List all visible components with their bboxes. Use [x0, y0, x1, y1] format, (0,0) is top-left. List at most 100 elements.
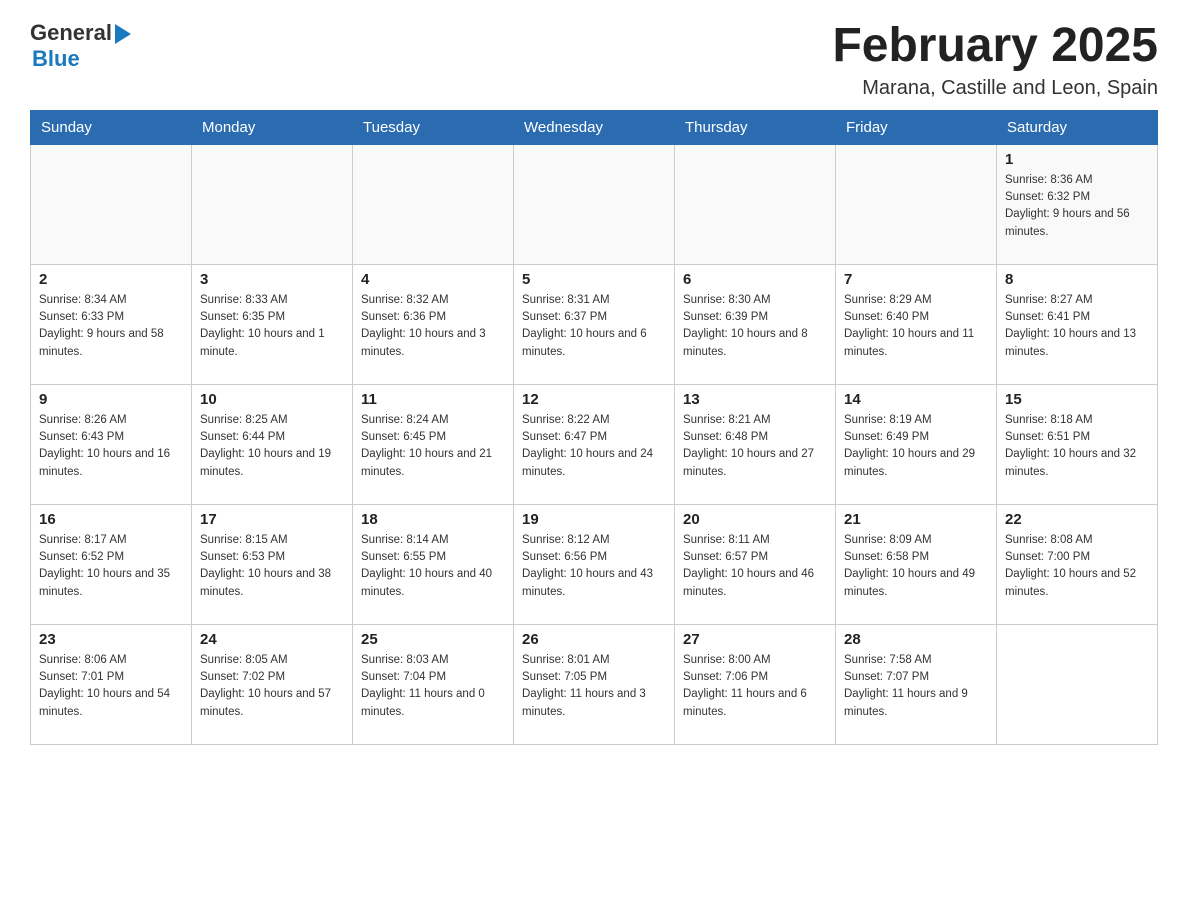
day-info: Sunrise: 8:31 AMSunset: 6:37 PMDaylight:…: [522, 292, 666, 361]
day-number: 19: [522, 511, 666, 528]
day-number: 16: [39, 511, 183, 528]
day-info: Sunrise: 8:34 AMSunset: 6:33 PMDaylight:…: [39, 292, 183, 361]
day-number: 2: [39, 271, 183, 288]
calendar-cell: [514, 144, 675, 264]
day-number: 18: [361, 511, 505, 528]
day-info: Sunrise: 8:05 AMSunset: 7:02 PMDaylight:…: [200, 652, 344, 721]
header-sunday: Sunday: [31, 110, 192, 144]
day-info: Sunrise: 8:03 AMSunset: 7:04 PMDaylight:…: [361, 652, 505, 721]
day-info: Sunrise: 8:06 AMSunset: 7:01 PMDaylight:…: [39, 652, 183, 721]
header-thursday: Thursday: [675, 110, 836, 144]
day-info: Sunrise: 8:27 AMSunset: 6:41 PMDaylight:…: [1005, 292, 1149, 361]
day-number: 12: [522, 391, 666, 408]
day-info: Sunrise: 8:30 AMSunset: 6:39 PMDaylight:…: [683, 292, 827, 361]
calendar-cell: 2 Sunrise: 8:34 AMSunset: 6:33 PMDaylight…: [31, 264, 192, 384]
calendar-cell: [353, 144, 514, 264]
calendar-cell: 1Sunrise: 8:36 AMSunset: 6:32 PMDaylight…: [997, 144, 1158, 264]
calendar-week-1: 1Sunrise: 8:36 AMSunset: 6:32 PMDaylight…: [31, 144, 1158, 264]
day-number: 8: [1005, 271, 1149, 288]
calendar-cell: [31, 144, 192, 264]
location-title: Marana, Castille and Leon, Spain: [832, 77, 1158, 100]
header-monday: Monday: [192, 110, 353, 144]
day-number: 5: [522, 271, 666, 288]
calendar-cell: [997, 624, 1158, 744]
day-number: 13: [683, 391, 827, 408]
calendar-cell: [836, 144, 997, 264]
logo: General Blue: [30, 20, 131, 72]
day-info: Sunrise: 8:01 AMSunset: 7:05 PMDaylight:…: [522, 652, 666, 721]
day-info: Sunrise: 8:19 AMSunset: 6:49 PMDaylight:…: [844, 412, 988, 481]
day-info: Sunrise: 8:21 AMSunset: 6:48 PMDaylight:…: [683, 412, 827, 481]
calendar-cell: 12 Sunrise: 8:22 AMSunset: 6:47 PMDayligh…: [514, 384, 675, 504]
day-info: Sunrise: 8:29 AMSunset: 6:40 PMDaylight:…: [844, 292, 988, 361]
day-info: Sunrise: 8:32 AMSunset: 6:36 PMDaylight:…: [361, 292, 505, 361]
day-number: 9: [39, 391, 183, 408]
day-number: 10: [200, 391, 344, 408]
logo-triangle-icon: [115, 24, 131, 44]
day-number: 6: [683, 271, 827, 288]
calendar-table: Sunday Monday Tuesday Wednesday Thursday…: [30, 110, 1158, 745]
day-info: Sunrise: 8:09 AMSunset: 6:58 PMDaylight:…: [844, 532, 988, 601]
calendar-cell: 9 Sunrise: 8:26 AMSunset: 6:43 PMDaylight…: [31, 384, 192, 504]
calendar-cell: 26 Sunrise: 8:01 AMSunset: 7:05 PMDayligh…: [514, 624, 675, 744]
calendar-cell: 6 Sunrise: 8:30 AMSunset: 6:39 PMDaylight…: [675, 264, 836, 384]
header-saturday: Saturday: [997, 110, 1158, 144]
calendar-cell: 20 Sunrise: 8:11 AMSunset: 6:57 PMDayligh…: [675, 504, 836, 624]
day-info: Sunrise: 8:33 AMSunset: 6:35 PMDaylight:…: [200, 292, 344, 361]
calendar-cell: 23Sunrise: 8:06 AMSunset: 7:01 PMDayligh…: [31, 624, 192, 744]
calendar-week-5: 23Sunrise: 8:06 AMSunset: 7:01 PMDayligh…: [31, 624, 1158, 744]
day-number: 22: [1005, 511, 1149, 528]
day-number: 24: [200, 631, 344, 648]
month-title: February 2025: [832, 20, 1158, 73]
calendar-cell: 5 Sunrise: 8:31 AMSunset: 6:37 PMDaylight…: [514, 264, 675, 384]
day-info: Sunrise: 8:22 AMSunset: 6:47 PMDaylight:…: [522, 412, 666, 481]
day-number: 21: [844, 511, 988, 528]
day-info: Sunrise: 8:00 AMSunset: 7:06 PMDaylight:…: [683, 652, 827, 721]
header-friday: Friday: [836, 110, 997, 144]
calendar-cell: 19 Sunrise: 8:12 AMSunset: 6:56 PMDayligh…: [514, 504, 675, 624]
day-info: Sunrise: 8:17 AMSunset: 6:52 PMDaylight:…: [39, 532, 183, 601]
calendar-cell: 14 Sunrise: 8:19 AMSunset: 6:49 PMDayligh…: [836, 384, 997, 504]
calendar-cell: 11Sunrise: 8:24 AMSunset: 6:45 PMDayligh…: [353, 384, 514, 504]
day-number: 3: [200, 271, 344, 288]
day-number: 20: [683, 511, 827, 528]
day-number: 28: [844, 631, 988, 648]
calendar-cell: 16 Sunrise: 8:17 AMSunset: 6:52 PMDayligh…: [31, 504, 192, 624]
calendar-week-2: 2 Sunrise: 8:34 AMSunset: 6:33 PMDaylight…: [31, 264, 1158, 384]
title-block: February 2025 Marana, Castille and Leon,…: [832, 20, 1158, 100]
header-wednesday: Wednesday: [514, 110, 675, 144]
day-number: 17: [200, 511, 344, 528]
logo-text-general: General: [30, 20, 112, 46]
calendar-cell: 13 Sunrise: 8:21 AMSunset: 6:48 PMDayligh…: [675, 384, 836, 504]
calendar-cell: 7Sunrise: 8:29 AMSunset: 6:40 PMDaylight…: [836, 264, 997, 384]
calendar-cell: 10 Sunrise: 8:25 AMSunset: 6:44 PMDayligh…: [192, 384, 353, 504]
day-info: Sunrise: 8:11 AMSunset: 6:57 PMDaylight:…: [683, 532, 827, 601]
calendar-cell: 15Sunrise: 8:18 AMSunset: 6:51 PMDayligh…: [997, 384, 1158, 504]
day-number: 27: [683, 631, 827, 648]
day-info: Sunrise: 8:26 AMSunset: 6:43 PMDaylight:…: [39, 412, 183, 481]
day-number: 26: [522, 631, 666, 648]
day-info: Sunrise: 8:18 AMSunset: 6:51 PMDaylight:…: [1005, 412, 1149, 481]
day-info: Sunrise: 8:12 AMSunset: 6:56 PMDaylight:…: [522, 532, 666, 601]
calendar-cell: 28Sunrise: 7:58 AMSunset: 7:07 PMDayligh…: [836, 624, 997, 744]
calendar-cell: 27 Sunrise: 8:00 AMSunset: 7:06 PMDayligh…: [675, 624, 836, 744]
day-info: Sunrise: 8:15 AMSunset: 6:53 PMDaylight:…: [200, 532, 344, 601]
calendar-cell: 3 Sunrise: 8:33 AMSunset: 6:35 PMDaylight…: [192, 264, 353, 384]
calendar-cell: 8 Sunrise: 8:27 AMSunset: 6:41 PMDaylight…: [997, 264, 1158, 384]
day-info: Sunrise: 8:24 AMSunset: 6:45 PMDaylight:…: [361, 412, 505, 481]
day-info: Sunrise: 8:25 AMSunset: 6:44 PMDaylight:…: [200, 412, 344, 481]
day-info: Sunrise: 8:08 AMSunset: 7:00 PMDaylight:…: [1005, 532, 1149, 601]
page-header: General Blue February 2025 Marana, Casti…: [30, 20, 1158, 100]
calendar-cell: 18 Sunrise: 8:14 AMSunset: 6:55 PMDayligh…: [353, 504, 514, 624]
calendar-cell: 21 Sunrise: 8:09 AMSunset: 6:58 PMDayligh…: [836, 504, 997, 624]
day-number: 4: [361, 271, 505, 288]
calendar-cell: 17 Sunrise: 8:15 AMSunset: 6:53 PMDayligh…: [192, 504, 353, 624]
day-info: Sunrise: 8:14 AMSunset: 6:55 PMDaylight:…: [361, 532, 505, 601]
calendar-cell: 24 Sunrise: 8:05 AMSunset: 7:02 PMDayligh…: [192, 624, 353, 744]
calendar-header-row: Sunday Monday Tuesday Wednesday Thursday…: [31, 110, 1158, 144]
calendar-week-4: 16 Sunrise: 8:17 AMSunset: 6:52 PMDayligh…: [31, 504, 1158, 624]
logo-text-blue: Blue: [32, 46, 80, 71]
calendar-cell: 4 Sunrise: 8:32 AMSunset: 6:36 PMDaylight…: [353, 264, 514, 384]
day-number: 1: [1005, 151, 1149, 168]
day-number: 14: [844, 391, 988, 408]
